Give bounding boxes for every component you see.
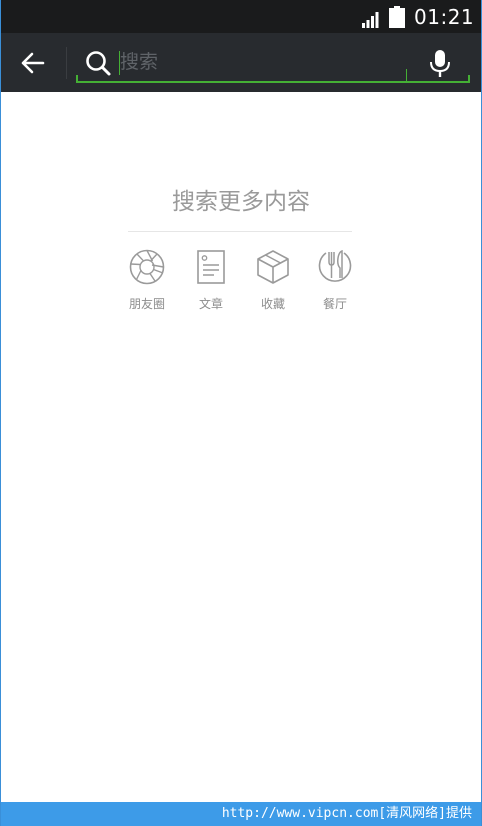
moments-icon bbox=[129, 249, 165, 285]
category-moments[interactable]: 朋友圈 bbox=[119, 248, 175, 312]
watermark-bar: http://www.vipcn.com[清风网络]提供 bbox=[0, 802, 482, 826]
search-icon bbox=[86, 51, 111, 76]
category-articles[interactable]: 文章 bbox=[183, 248, 239, 312]
window-frame bbox=[0, 0, 482, 826]
category-restaurants[interactable]: 餐厅 bbox=[307, 248, 363, 312]
category-label-favorites: 收藏 bbox=[260, 297, 285, 311]
search-underline-left-tick bbox=[76, 75, 78, 83]
title-divider bbox=[128, 231, 352, 232]
search-underline bbox=[76, 81, 470, 83]
microphone-icon bbox=[430, 50, 450, 77]
category-label-moments: 朋友圈 bbox=[128, 297, 165, 311]
toolbar-divider bbox=[66, 47, 67, 79]
back-arrow-icon bbox=[21, 52, 45, 74]
mic-separator bbox=[406, 69, 407, 81]
article-icon bbox=[197, 250, 225, 284]
category-label-articles: 文章 bbox=[198, 297, 223, 311]
search-field[interactable] bbox=[76, 43, 470, 83]
battery-icon bbox=[389, 6, 405, 28]
search-underline-right-tick bbox=[468, 75, 470, 83]
search-input[interactable] bbox=[120, 47, 400, 77]
favorites-icon bbox=[257, 250, 289, 284]
status-bar: 01:21 bbox=[0, 0, 482, 33]
search-toolbar bbox=[0, 33, 482, 92]
signal-icon bbox=[362, 12, 379, 28]
watermark-text: http://www.vipcn.com[清风网络]提供 bbox=[221, 806, 472, 821]
restaurant-icon bbox=[318, 249, 352, 282]
search-more-title: 搜索更多内容 bbox=[172, 189, 310, 215]
category-label-restaurants: 餐厅 bbox=[322, 297, 347, 311]
status-time: 01:21 bbox=[414, 5, 475, 29]
category-favorites[interactable]: 收藏 bbox=[245, 248, 301, 312]
voice-search-button[interactable] bbox=[428, 49, 452, 79]
back-button[interactable] bbox=[14, 47, 52, 79]
